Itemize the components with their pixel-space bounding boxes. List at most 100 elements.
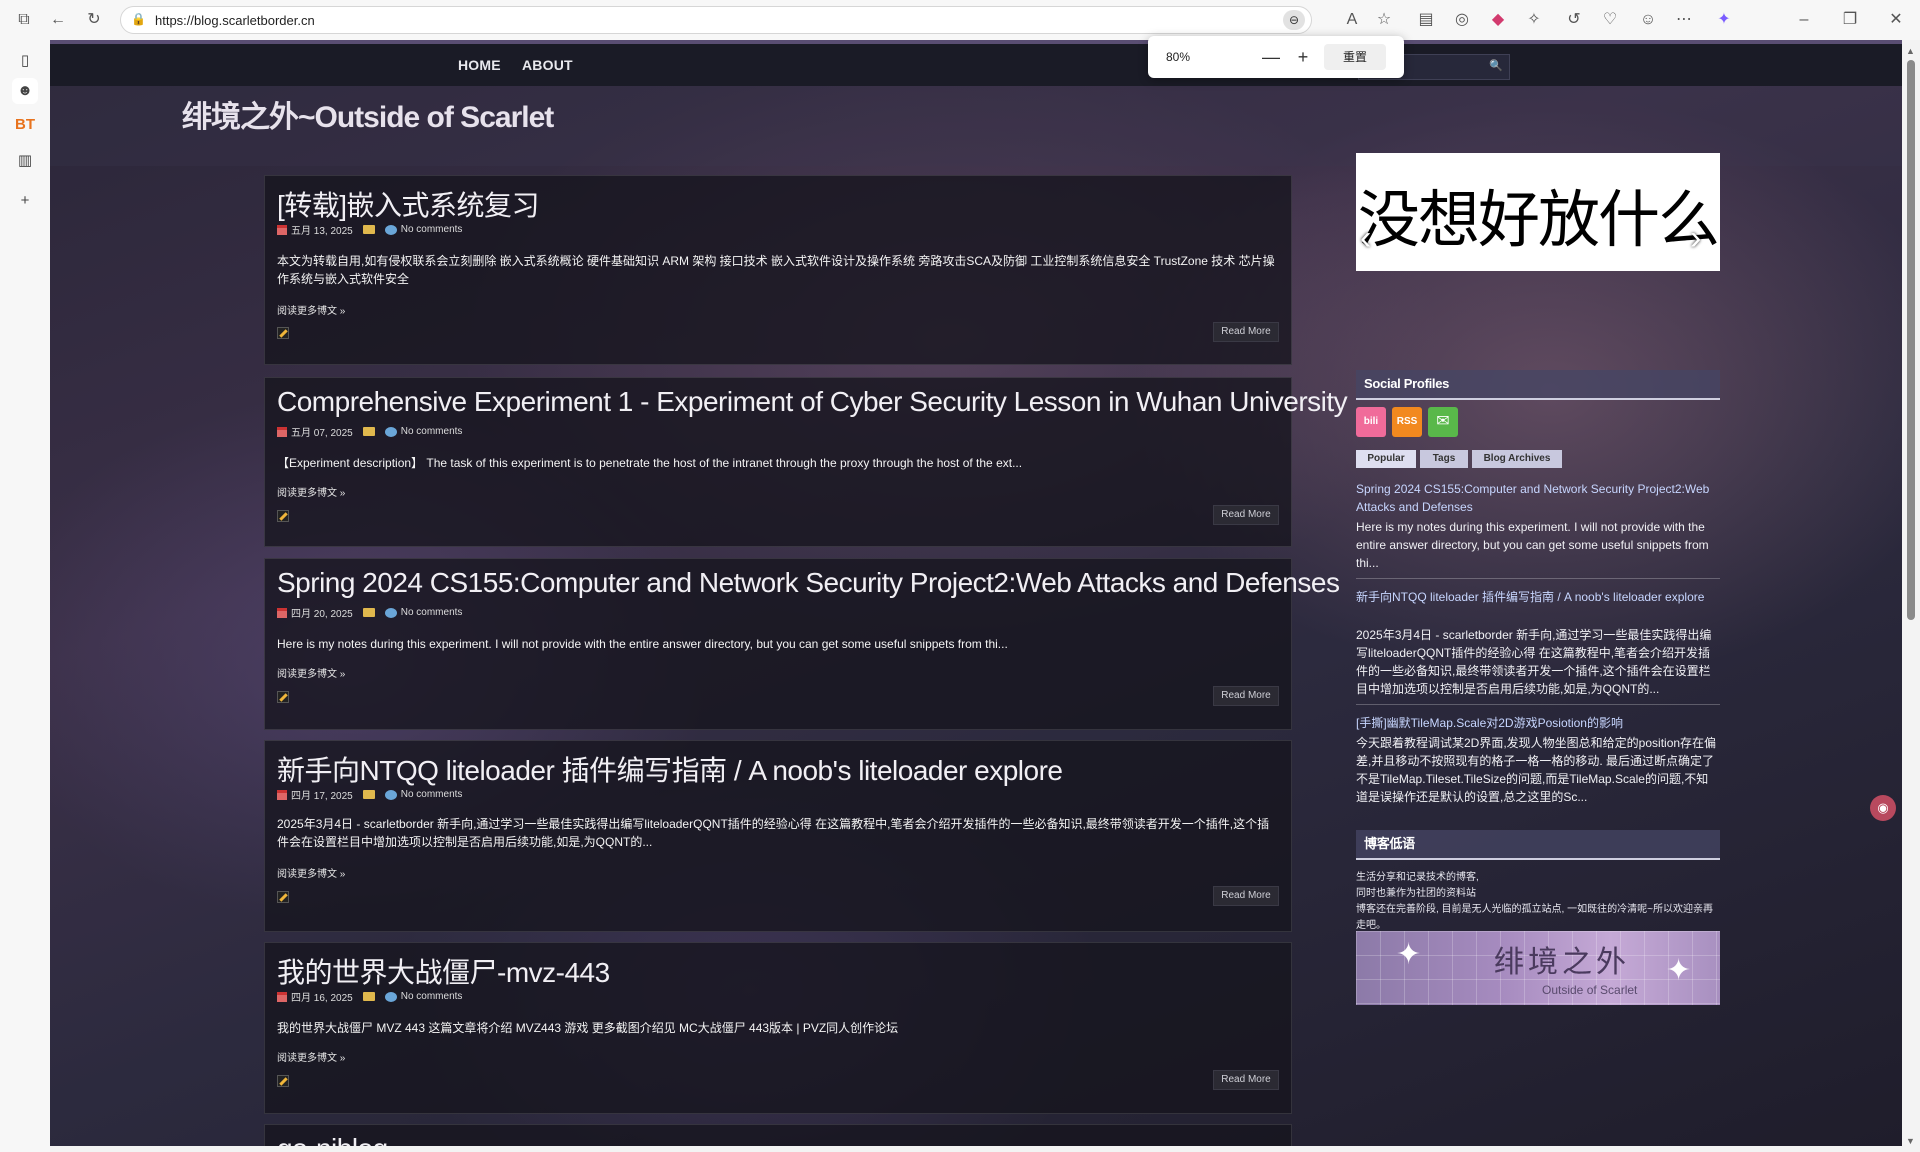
zoom-level: 80% <box>1166 50 1191 64</box>
read-more-button[interactable]: Read More <box>1213 505 1279 525</box>
read-more-button[interactable]: Read More <box>1213 686 1279 706</box>
banner-prev-icon[interactable]: ‹ <box>1360 221 1386 257</box>
post-title[interactable]: go-niblog <box>277 1133 388 1146</box>
calendar-icon <box>277 607 287 618</box>
banner-next-icon[interactable]: › <box>1690 221 1716 257</box>
sidebar-building-icon[interactable]: ▥ <box>12 148 38 174</box>
scroll-up-icon[interactable]: ▲ <box>1906 46 1915 56</box>
translate-icon[interactable]: ◆ <box>1486 8 1510 32</box>
performance-icon[interactable]: ♡ <box>1598 8 1622 32</box>
rss-icon[interactable]: RSS <box>1392 407 1422 437</box>
address-bar[interactable]: 🔒 https://blog.scarletborder.cn ⊖ <box>120 6 1312 34</box>
post-comments[interactable]: No comments <box>401 991 463 1002</box>
sidebar-add-icon[interactable]: + <box>12 188 38 214</box>
search-icon[interactable]: 🔍 <box>1489 59 1503 72</box>
folder-icon <box>362 225 375 234</box>
post-title[interactable]: 我的世界大战僵尸-mvz-443 <box>277 951 610 991</box>
nav-about[interactable]: ABOUT <box>522 57 573 73</box>
history-icon[interactable]: ↺ <box>1562 8 1586 32</box>
post-excerpt: 本文为转载自用,如有侵权联系会立刻删除 嵌入式系统概论 硬件基础知识 ARM 架… <box>277 254 1275 286</box>
read-more-button[interactable]: Read More <box>1213 322 1279 342</box>
read-more-link[interactable]: 阅读更多博文 » <box>277 484 345 499</box>
sidebar-banner[interactable]: 没想好放什么 ‹ › <box>1356 153 1720 271</box>
edit-pencil-icon[interactable] <box>277 691 289 703</box>
back-icon[interactable]: ← <box>46 8 70 32</box>
bilibili-icon[interactable]: bili <box>1356 407 1386 437</box>
post-title[interactable]: 新手向NTQQ liteloader 插件编写指南 / A noob's lit… <box>277 749 1063 789</box>
popular-post-title[interactable]: Spring 2024 CS155:Computer and Network S… <box>1356 480 1720 516</box>
edit-pencil-icon[interactable] <box>277 1075 289 1087</box>
zoom-reset-button[interactable]: 重置 <box>1324 44 1386 70</box>
zoom-icon[interactable]: ⊖ <box>1283 10 1305 30</box>
zoom-in-button[interactable]: + <box>1290 44 1316 70</box>
site-navbar: HOME ABOUT 🔍 <box>50 40 1902 86</box>
post-title[interactable]: Comprehensive Experiment 1 - Experiment … <box>277 386 1348 418</box>
post-excerpt: Here is my notes during this experiment.… <box>277 637 1008 651</box>
calendar-icon <box>277 789 287 800</box>
edit-pencil-icon[interactable] <box>277 510 289 522</box>
post-date: 四月 20, 2025 <box>291 609 353 620</box>
sparkle-icon: ✦ <box>1666 954 1692 987</box>
browser-sidebar: ▯ ☻ BT ▥ + <box>0 40 50 1152</box>
tab-popular[interactable]: Popular <box>1356 450 1416 468</box>
restore-icon[interactable]: ❐ <box>1838 8 1862 32</box>
close-icon[interactable]: ✕ <box>1884 8 1908 32</box>
edit-pencil-icon[interactable] <box>277 327 289 339</box>
refresh-icon[interactable]: ↻ <box>82 8 106 32</box>
read-more-button[interactable]: Read More <box>1213 1070 1279 1090</box>
post-comments[interactable]: No comments <box>401 607 463 618</box>
extensions-icon[interactable]: ✧ <box>1522 8 1546 32</box>
read-more-link[interactable]: 阅读更多博文 » <box>277 1049 345 1064</box>
post-meta: 五月 07, 2025 No comments <box>277 424 463 439</box>
post-card: 新手向NTQQ liteloader 插件编写指南 / A noob's lit… <box>264 740 1292 932</box>
read-more-button[interactable]: Read More <box>1213 886 1279 906</box>
post-comments[interactable]: No comments <box>401 426 463 437</box>
sidebar-panel-icon[interactable]: ▯ <box>12 48 38 74</box>
sparkle-icon: ✦ <box>1396 938 1422 971</box>
web-page: HOME ABOUT 🔍 绯境之外~Outside of Scarlet [转载… <box>50 40 1902 1146</box>
site-title[interactable]: 绯境之外~Outside of Scarlet <box>182 92 554 136</box>
read-aloud-icon[interactable]: A <box>1340 8 1364 32</box>
sidebar-bt-icon[interactable]: BT <box>12 112 38 138</box>
scroll-down-icon[interactable]: ▼ <box>1906 1136 1915 1146</box>
page-scrollbar[interactable]: ▲ ▼ <box>1902 40 1920 1152</box>
tab-tags[interactable]: Tags <box>1420 450 1468 468</box>
split-screen-icon[interactable]: ▤ <box>1414 8 1438 32</box>
post-date: 五月 13, 2025 <box>291 226 353 237</box>
popular-post-title[interactable]: 新手向NTQQ liteloader 插件编写指南 / A noob's lit… <box>1356 588 1720 606</box>
post-meta: 四月 16, 2025 No comments <box>277 989 463 1004</box>
about-heading: 博客低语 <box>1356 830 1720 860</box>
read-more-link[interactable]: 阅读更多博文 » <box>277 302 345 317</box>
sidebar-app-icon[interactable]: ☻ <box>12 78 38 104</box>
tabs-icon[interactable]: ⧉ <box>12 8 36 32</box>
post-card: go-niblog <box>264 1124 1292 1146</box>
comment-icon <box>384 426 397 437</box>
favorite-icon[interactable]: ☆ <box>1372 8 1396 32</box>
read-more-link[interactable]: 阅读更多博文 » <box>277 865 345 880</box>
tab-blog-archives[interactable]: Blog Archives <box>1472 450 1562 468</box>
edit-pencil-icon[interactable] <box>277 891 289 903</box>
calendar-icon <box>277 426 287 437</box>
post-title[interactable]: Spring 2024 CS155:Computer and Network S… <box>277 567 1340 599</box>
popular-post-title[interactable]: [手撕]幽默TileMap.Scale对2D游戏Posiotion的影响 <box>1356 714 1720 732</box>
post-comments[interactable]: No comments <box>401 789 463 800</box>
extension-icon[interactable]: ◎ <box>1450 8 1474 32</box>
post-title[interactable]: [转载]嵌入式系统复习 <box>277 184 540 224</box>
profile-avatar-icon[interactable]: ☺ <box>1636 8 1660 32</box>
floating-assistant-icon[interactable]: ◉ <box>1870 795 1896 821</box>
copilot-icon[interactable]: ✦ <box>1712 8 1736 32</box>
more-icon[interactable]: ⋯ <box>1672 8 1696 32</box>
about-image-title: 绯境之外 <box>1494 945 1630 980</box>
post-comments[interactable]: No comments <box>401 224 463 235</box>
read-more-link[interactable]: 阅读更多博文 » <box>277 665 345 680</box>
nav-home[interactable]: HOME <box>458 57 501 73</box>
scroll-thumb[interactable] <box>1907 60 1915 620</box>
about-image-subtitle: Outside of Scarlet <box>1542 983 1638 997</box>
mail-icon[interactable]: ✉ <box>1428 407 1458 437</box>
divider <box>1356 578 1720 579</box>
social-profiles-heading: Social Profiles <box>1356 370 1720 400</box>
calendar-icon <box>277 991 287 1002</box>
post-date: 四月 17, 2025 <box>291 791 353 802</box>
zoom-out-button[interactable]: — <box>1258 44 1284 70</box>
minimize-icon[interactable]: – <box>1792 8 1816 32</box>
